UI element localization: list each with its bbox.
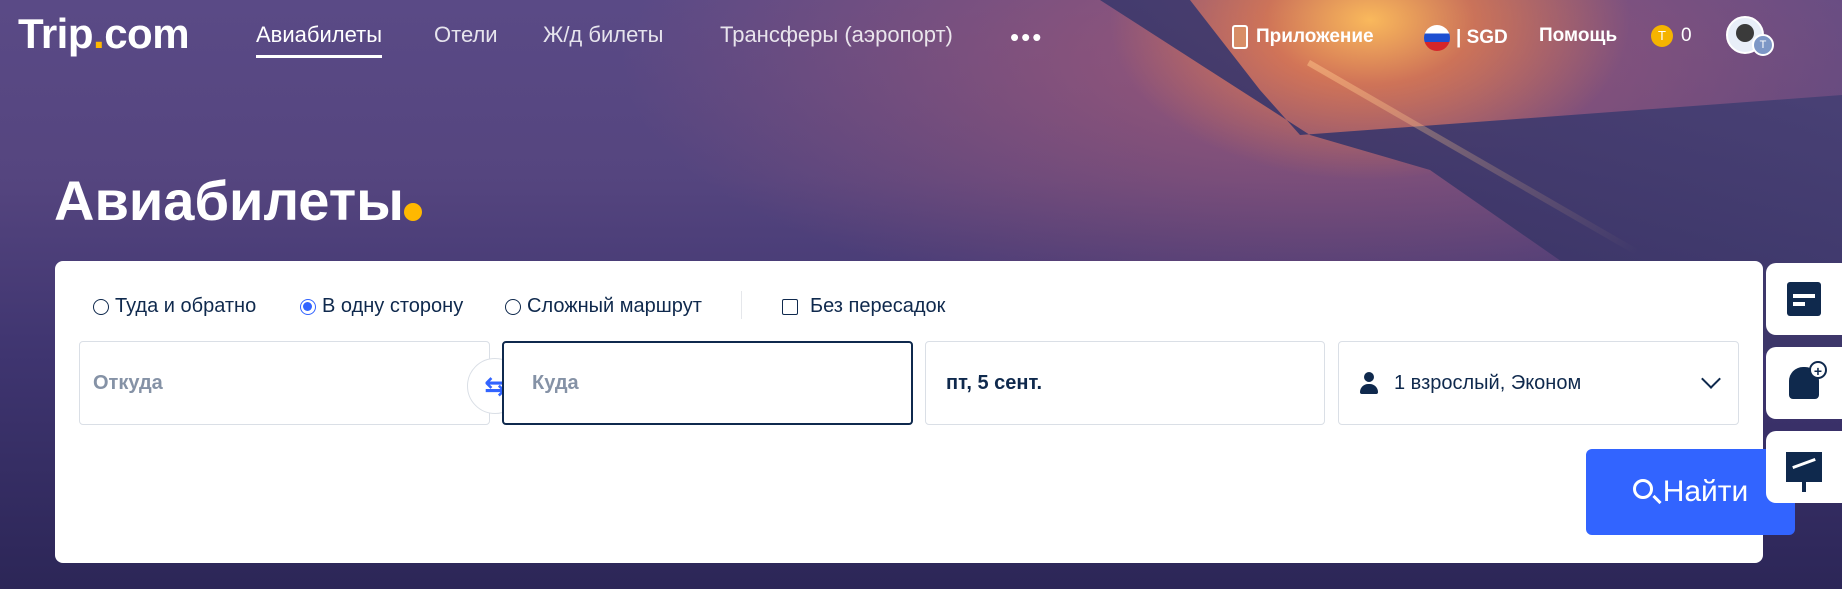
locale-currency-selector[interactable]: | SGD <box>1424 25 1508 51</box>
from-placeholder: Откуда <box>93 371 163 394</box>
side-tool-price-trend[interactable] <box>1766 431 1842 503</box>
title-accent-dot <box>404 203 422 221</box>
trip-coins[interactable]: T 0 <box>1651 25 1692 47</box>
flight-search-card: Туда и обратно В одну сторону Сложный ма… <box>55 261 1795 563</box>
calendar-icon <box>1787 282 1821 316</box>
russia-flag-icon <box>1424 25 1450 51</box>
logo-text: Trip <box>18 10 94 57</box>
phone-icon <box>1232 25 1248 49</box>
nav-flights[interactable]: Авиабилеты <box>256 22 383 58</box>
to-field[interactable]: Куда <box>502 341 913 425</box>
chevron-down-icon <box>1701 369 1721 389</box>
more-menu-icon[interactable]: ••• <box>1010 22 1043 53</box>
nav-trains[interactable]: Ж/д билеты <box>543 22 664 48</box>
coins-count: 0 <box>1681 25 1692 46</box>
trip-type-label: В одну сторону <box>322 295 464 317</box>
date-field[interactable]: пт, 5 сент. <box>925 341 1325 425</box>
app-label: Приложение <box>1256 26 1374 47</box>
top-navigation: Trip.com Авиабилеты Отели Ж/д билеты Тра… <box>0 0 1842 72</box>
search-button[interactable]: Найти <box>1586 449 1795 535</box>
page-title: Авиабилеты <box>54 169 404 232</box>
help-link[interactable]: Помощь <box>1539 25 1617 47</box>
passengers-class-field[interactable]: 1 взрослый, Эконом <box>1338 341 1739 425</box>
plus-icon: + <box>1809 361 1827 379</box>
from-field[interactable]: Откуда <box>79 341 490 425</box>
app-download-link[interactable]: Приложение <box>1232 25 1374 49</box>
trip-type-round[interactable]: Туда и обратно <box>93 295 256 318</box>
date-value: пт, 5 сент. <box>946 371 1043 394</box>
currency-label: | SGD <box>1456 27 1508 48</box>
logo-suffix: com <box>104 10 190 57</box>
side-tool-calendar[interactable] <box>1766 263 1842 335</box>
nav-transfers[interactable]: Трансферы (аэропорт) <box>720 22 953 48</box>
search-button-label: Найти <box>1662 475 1749 508</box>
price-trend-icon <box>1786 452 1822 492</box>
nonstop-checkbox[interactable] <box>782 298 798 315</box>
radio-one-way[interactable] <box>300 298 316 315</box>
passengers-value: 1 взрослый, Эконом <box>1394 371 1582 394</box>
nav-hotels[interactable]: Отели <box>434 22 498 48</box>
nonstop-label: Без пересадок <box>810 295 946 317</box>
trip-type-oneway[interactable]: В одну сторону <box>300 295 463 318</box>
logo-dot: . <box>93 10 105 57</box>
divider <box>741 291 742 319</box>
trend-line <box>1792 457 1816 470</box>
trip-type-label: Туда и обратно <box>115 295 257 317</box>
side-tool-price-alert[interactable]: + <box>1766 347 1842 419</box>
search-icon <box>1632 479 1653 499</box>
bell-plus-icon: + <box>1789 361 1827 399</box>
trip-type-multicity[interactable]: Сложный маршрут <box>505 295 702 318</box>
coin-icon: T <box>1651 25 1673 47</box>
radio-round-trip[interactable] <box>93 298 109 315</box>
radio-multi-city[interactable] <box>505 298 521 315</box>
trip-type-label: Сложный маршрут <box>527 295 702 317</box>
to-placeholder: Куда <box>532 371 579 394</box>
help-label: Помощь <box>1539 25 1618 46</box>
person-icon <box>1360 372 1378 394</box>
trip-logo[interactable]: Trip.com <box>18 10 190 58</box>
nonstop-filter[interactable]: Без пересадок <box>782 295 945 318</box>
avatar-badge: T <box>1752 34 1774 56</box>
